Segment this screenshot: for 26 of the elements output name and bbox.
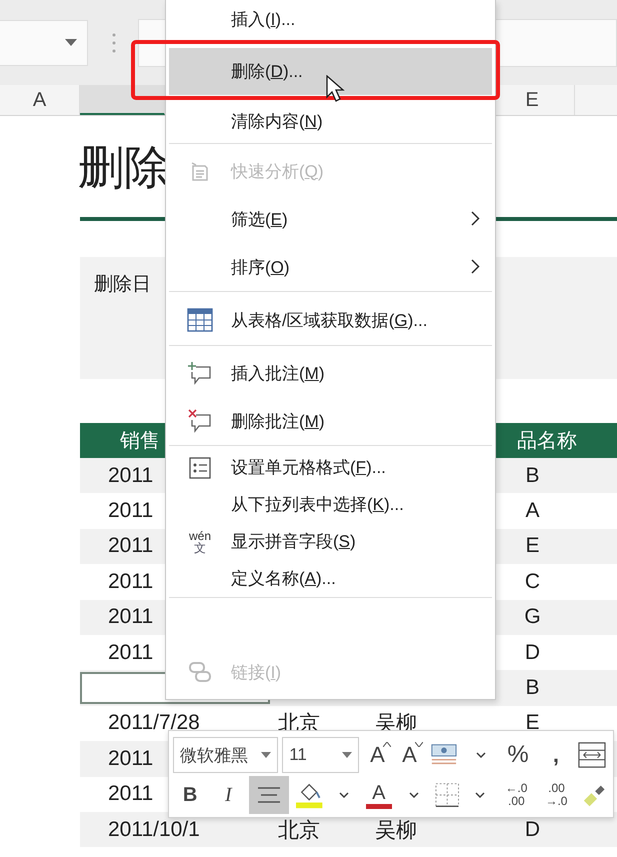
table-cell: E xyxy=(525,711,540,734)
table-cell: 2011 xyxy=(108,464,154,488)
table-cell: E xyxy=(525,534,540,558)
table-cell: 2011 xyxy=(108,570,154,594)
table-cell: B xyxy=(525,464,540,487)
column-heading: 销售 xyxy=(120,429,160,454)
pinyin-icon: wén 文 xyxy=(188,530,211,554)
sheet-title: 删除 xyxy=(78,140,170,195)
table-cell: G xyxy=(524,605,541,628)
column-heading: 品名称 xyxy=(517,429,577,454)
table-cell: 北京 xyxy=(278,818,320,842)
table-cell: 2011/10/1 xyxy=(108,818,200,842)
table-cell: D xyxy=(524,818,540,841)
table-cell: 2011/7/28 xyxy=(108,711,200,736)
table-cell: D xyxy=(524,640,540,664)
table-cell: 2011 xyxy=(108,534,154,558)
table-cell: 2011 xyxy=(108,746,154,771)
table-cell: 2011 xyxy=(108,499,154,524)
table-cell: A xyxy=(525,499,540,522)
table-cell: B xyxy=(525,676,540,700)
table-cell: 吴柳 xyxy=(375,818,417,842)
table-cell: 2011 xyxy=(108,605,154,630)
note-text: 删除日 xyxy=(94,274,151,295)
table-cell: C xyxy=(524,570,540,593)
table-cell: 2011 xyxy=(108,782,154,806)
table-cell: 2011 xyxy=(108,640,154,665)
